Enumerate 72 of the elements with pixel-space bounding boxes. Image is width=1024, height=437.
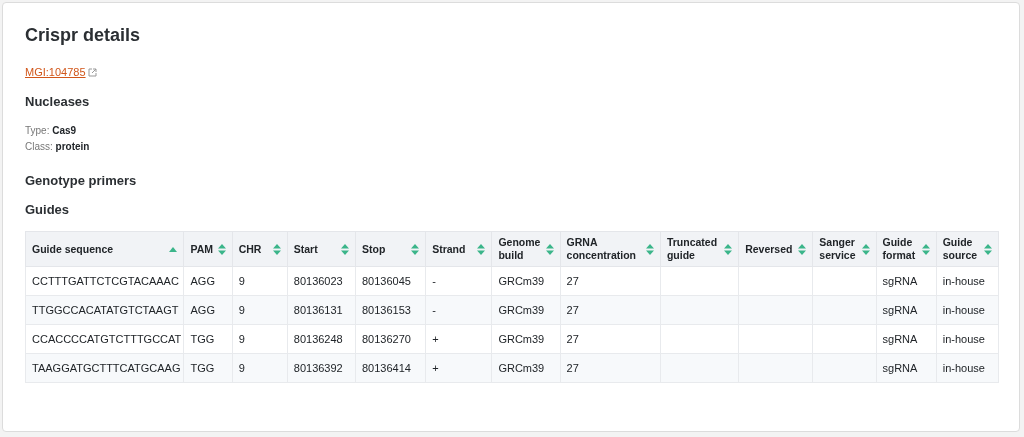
- column-header[interactable]: Genome build: [491, 231, 561, 267]
- column-header[interactable]: PAM: [184, 231, 233, 267]
- table-cell: 80136248: [287, 324, 356, 354]
- table-cell: 27: [560, 266, 661, 296]
- table-cell: TTGGCCACATATGTCTAAGT: [25, 295, 184, 325]
- column-header[interactable]: Truncated guide: [660, 231, 739, 267]
- column-header[interactable]: Sanger service: [812, 231, 877, 267]
- table-cell: 80136045: [355, 266, 426, 296]
- table-cell: 27: [560, 295, 661, 325]
- column-header[interactable]: Guide source: [936, 231, 999, 267]
- table-cell: TAAGGATGCTTTCATGCAAG: [25, 353, 184, 383]
- section-heading: Genotype primers: [25, 173, 138, 188]
- table-cell: sgRNA: [876, 353, 937, 383]
- table-cell: +: [425, 324, 492, 354]
- table-cell: 27: [560, 324, 661, 354]
- field-value: Cas9: [52, 125, 77, 136]
- column-header[interactable]: Strand: [425, 231, 492, 267]
- sort-icon[interactable]: [272, 243, 281, 255]
- sort-icon[interactable]: [861, 243, 870, 255]
- sort-icon[interactable]: [724, 243, 733, 255]
- column-header[interactable]: Start: [287, 231, 356, 267]
- table-cell: CCTTTGATTCTCGTACAAAC: [25, 266, 184, 296]
- field-value: protein: [55, 141, 90, 152]
- table-cell: 27: [560, 353, 661, 383]
- external-link-icon: [87, 67, 97, 77]
- table-cell: AGG: [184, 266, 233, 296]
- sort-icon[interactable]: [921, 243, 930, 255]
- section-heading: Nucleases: [25, 94, 91, 109]
- table-cell: 80136131: [287, 295, 356, 325]
- table-cell: TGG: [184, 324, 233, 354]
- sort-icon[interactable]: [341, 243, 349, 255]
- page-title: Crispr details: [25, 25, 142, 46]
- table-cell: -: [425, 295, 492, 325]
- column-header[interactable]: CHR: [232, 231, 288, 267]
- table-cell: CCACCCCATGTCTTTGCCAT: [25, 324, 184, 354]
- table-cell: +: [425, 353, 492, 383]
- table-cell: GRCm39: [491, 295, 561, 325]
- sort-icon[interactable]: [477, 243, 486, 255]
- sort-icon[interactable]: [798, 243, 807, 255]
- table-cell: 9: [232, 324, 288, 354]
- column-header[interactable]: Reversed: [738, 231, 813, 267]
- section-heading: Guides: [25, 202, 71, 217]
- mgi-link[interactable]: MGI:104785: [25, 66, 86, 78]
- sort-ascending-icon[interactable]: [169, 246, 178, 252]
- field-label: Class:: [25, 141, 53, 152]
- field-label: Type:: [25, 125, 50, 136]
- table-cell: sgRNA: [876, 295, 937, 325]
- column-header[interactable]: GRNA concentration: [560, 231, 661, 267]
- table-cell: GRCm39: [491, 353, 561, 383]
- sort-icon[interactable]: [411, 243, 420, 255]
- table-cell: 80136392: [287, 353, 356, 383]
- sort-icon[interactable]: [545, 243, 554, 255]
- table-cell: GRCm39: [491, 324, 561, 354]
- table-cell: 80136414: [355, 353, 426, 383]
- table-cell: sgRNA: [876, 324, 937, 354]
- table-cell: 80136023: [287, 266, 356, 296]
- table-cell: GRCm39: [491, 266, 561, 296]
- column-header[interactable]: Guide sequence: [25, 231, 184, 267]
- table-cell: in-house: [936, 295, 999, 325]
- sort-icon[interactable]: [217, 243, 226, 255]
- column-header[interactable]: Stop: [355, 231, 426, 267]
- table-cell: in-house: [936, 266, 999, 296]
- sort-icon[interactable]: [645, 243, 654, 255]
- table-cell: in-house: [936, 353, 999, 383]
- table-cell: sgRNA: [876, 266, 937, 296]
- column-header[interactable]: Guide format: [876, 231, 937, 267]
- table-cell: 9: [232, 266, 288, 296]
- sort-icon[interactable]: [984, 243, 992, 255]
- table-cell: 80136270: [355, 324, 426, 354]
- table-cell: 80136153: [355, 295, 426, 325]
- table-cell: in-house: [936, 324, 999, 354]
- table-cell: -: [425, 266, 492, 296]
